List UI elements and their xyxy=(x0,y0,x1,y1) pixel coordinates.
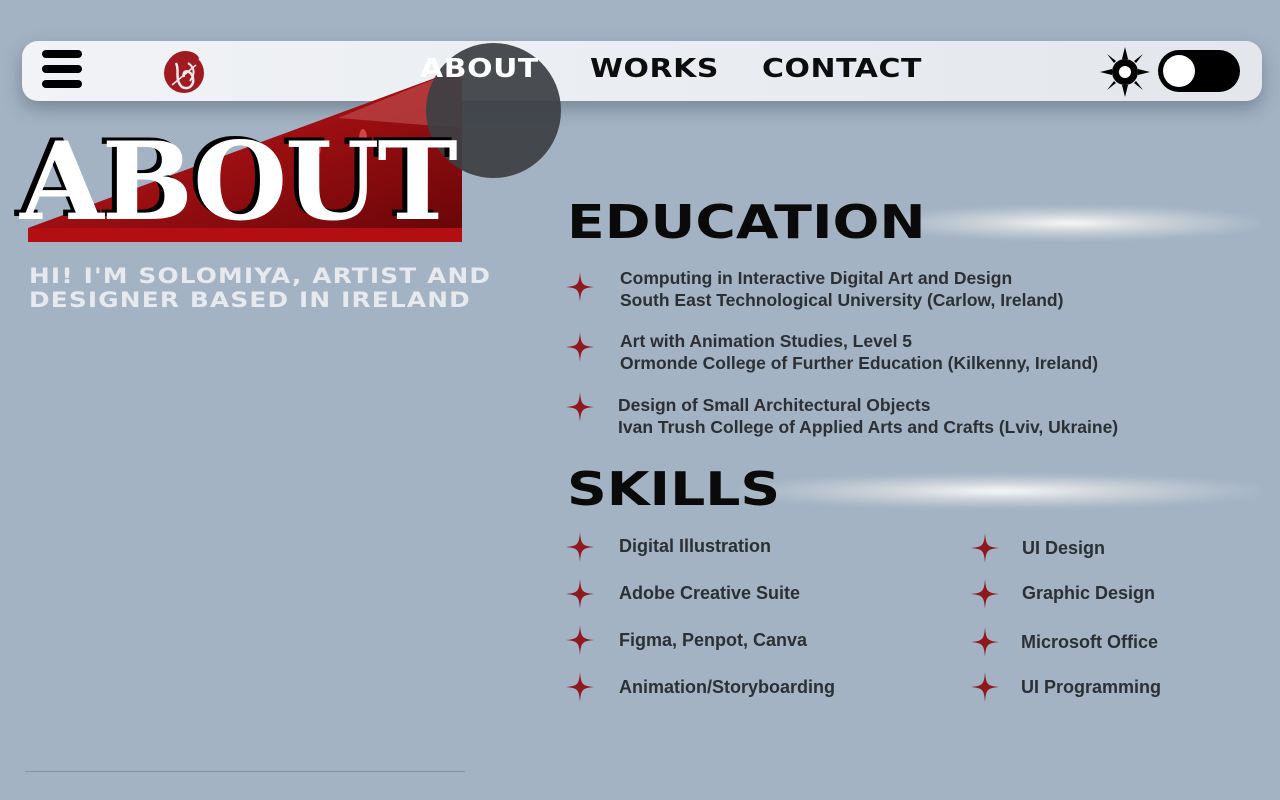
star-bullet-icon xyxy=(566,579,594,609)
star-bullet-icon xyxy=(971,627,999,657)
sun-icon[interactable] xyxy=(1100,47,1150,97)
skills-heading: SKILLS xyxy=(567,462,781,516)
education-course: Art with Animation Studies, Level 5 xyxy=(620,331,913,351)
nav-link-works[interactable]: WORKS xyxy=(590,54,719,84)
skill-item: Adobe Creative Suite xyxy=(619,583,801,603)
star-bullet-icon xyxy=(971,533,999,563)
skill-item: Digital Illustration xyxy=(619,536,772,556)
nav-link-contact[interactable]: CONTACT xyxy=(762,54,922,84)
star-bullet-icon xyxy=(971,672,999,702)
education-heading: EDUCATION xyxy=(567,195,926,249)
about-subtitle-line1: HI! I'M SOLOMIYA, ARTIST AND xyxy=(29,264,492,288)
skill-item: Animation/Storyboarding xyxy=(619,677,835,697)
about-subtitle: HI! I'M SOLOMIYA, ARTIST AND DESIGNER BA… xyxy=(29,264,491,312)
education-course: Computing in Interactive Digital Art and… xyxy=(620,268,1013,288)
star-bullet-icon xyxy=(566,625,594,655)
skill-item: UI Programming xyxy=(1021,677,1162,697)
education-item: Design of Small Architectural Objects Iv… xyxy=(618,394,1118,438)
education-glow-streak xyxy=(880,206,1260,240)
star-bullet-icon xyxy=(566,392,594,422)
star-bullet-icon xyxy=(566,672,594,702)
education-institution: Ivan Trush College of Applied Arts and C… xyxy=(618,417,1119,437)
education-item: Art with Animation Studies, Level 5 Ormo… xyxy=(620,330,1098,374)
theme-toggle-switch[interactable] xyxy=(1158,50,1240,92)
skill-item: Graphic Design xyxy=(1022,583,1156,603)
toggle-knob xyxy=(1163,55,1195,87)
star-bullet-icon xyxy=(971,579,999,609)
star-bullet-icon xyxy=(566,532,594,562)
about-subtitle-line2: DESIGNER BASED IN IRELAND xyxy=(29,288,471,312)
skill-item: UI Design xyxy=(1022,538,1106,558)
education-institution: Ormonde College of Further Education (Ki… xyxy=(620,353,1099,373)
education-institution: South East Technological University (Car… xyxy=(620,290,1064,310)
about-heading: ABOUT xyxy=(20,119,458,245)
skills-glow-streak xyxy=(740,474,1260,508)
left-divider xyxy=(25,771,465,772)
skill-item: Figma, Penpot, Canva xyxy=(619,630,808,650)
star-bullet-icon xyxy=(566,332,594,362)
nav-link-about[interactable]: ABOUT xyxy=(420,54,539,84)
education-item: Computing in Interactive Digital Art and… xyxy=(620,267,1063,311)
education-course: Design of Small Architectural Objects xyxy=(618,395,931,415)
skill-item: Microsoft Office xyxy=(1021,632,1159,652)
star-bullet-icon xyxy=(566,272,594,302)
